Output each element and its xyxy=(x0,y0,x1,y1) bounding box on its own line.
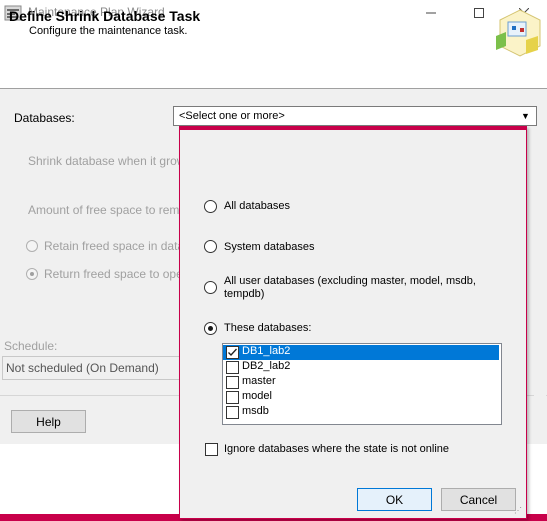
checkbox[interactable] xyxy=(226,346,239,359)
cancel-button[interactable]: Cancel xyxy=(441,488,516,511)
page-title: Define Shrink Database Task xyxy=(9,8,201,24)
radio-selected-dot xyxy=(208,326,213,331)
list-item[interactable]: msdb xyxy=(223,405,499,420)
page-subtitle: Configure the maintenance task. xyxy=(29,25,188,37)
user-databases-radio[interactable] xyxy=(204,281,217,294)
list-item-label: msdb xyxy=(242,405,269,417)
checkbox[interactable] xyxy=(226,406,239,419)
maximize-icon xyxy=(474,8,484,18)
ok-button[interactable]: OK xyxy=(357,488,432,511)
schedule-label: Schedule: xyxy=(4,339,58,353)
minimize-icon xyxy=(426,12,436,14)
ignore-offline-checkbox[interactable] xyxy=(205,443,218,456)
dropdown-arrow-icon[interactable]: ▼ xyxy=(518,108,533,124)
user-databases-label[interactable]: All user databases (excluding master, mo… xyxy=(224,275,494,301)
checkbox[interactable] xyxy=(226,391,239,404)
list-item[interactable]: DB2_lab2 xyxy=(223,360,499,375)
system-databases-label[interactable]: System databases xyxy=(224,241,315,253)
checkbox[interactable] xyxy=(226,361,239,374)
panel-edge xyxy=(534,340,546,444)
all-databases-label[interactable]: All databases xyxy=(224,200,290,212)
databases-combobox-value: <Select one or more> xyxy=(179,110,285,122)
databases-label: Databases: xyxy=(14,111,75,125)
list-item-label: DB2_lab2 xyxy=(242,360,291,372)
ignore-offline-label[interactable]: Ignore databases where the state is not … xyxy=(224,443,449,455)
resize-grip-icon[interactable]: ⋰ xyxy=(514,506,524,516)
radio-selected-dot xyxy=(30,272,34,276)
check-icon xyxy=(228,348,237,356)
list-item-label: DB1_lab2 xyxy=(242,345,291,357)
these-databases-label[interactable]: These databases: xyxy=(224,322,311,334)
all-databases-radio[interactable] xyxy=(204,200,217,213)
list-item-label: master xyxy=(242,375,276,387)
wizard-graphic-icon xyxy=(490,6,542,58)
list-item[interactable]: model xyxy=(223,390,499,405)
list-item[interactable]: master xyxy=(223,375,499,390)
checkbox[interactable] xyxy=(226,376,239,389)
schedule-value: Not scheduled (On Demand) xyxy=(6,361,159,375)
minimize-button[interactable] xyxy=(408,0,454,26)
retain-freed-space-radio[interactable] xyxy=(26,240,38,252)
return-freed-space-label: Return freed space to operat xyxy=(44,267,197,281)
system-databases-radio[interactable] xyxy=(204,240,217,253)
list-item-label: model xyxy=(242,390,272,402)
help-button[interactable]: Help xyxy=(11,410,86,433)
shrink-when-grows-label: Shrink database when it grows b xyxy=(28,154,202,168)
retain-freed-space-label: Retain freed space in databa xyxy=(44,239,198,253)
list-item[interactable]: DB1_lab2 xyxy=(223,345,499,360)
